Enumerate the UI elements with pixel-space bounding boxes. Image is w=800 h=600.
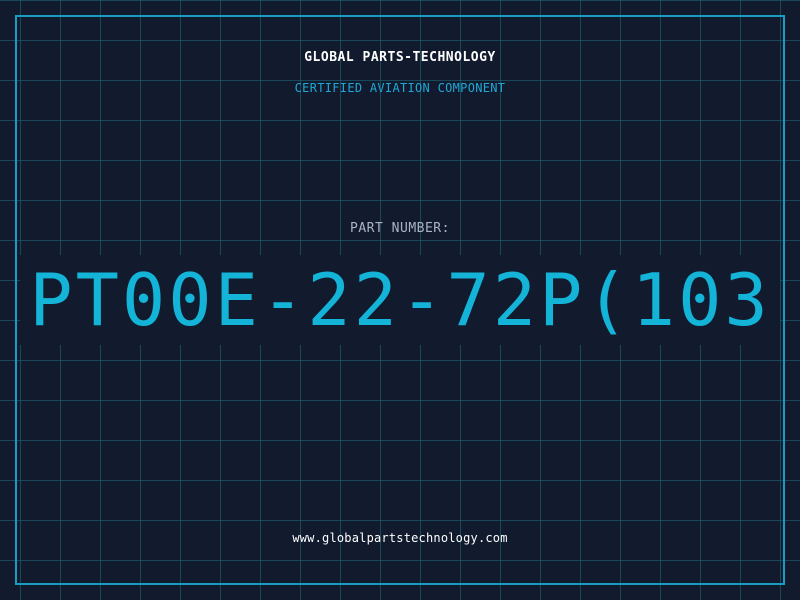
company-name: GLOBAL PARTS-TECHNOLOGY — [304, 50, 496, 65]
website-link[interactable]: www.globalpartstechnology.com — [0, 531, 800, 545]
part-number-value: PT00E-22-72P(103 — [29, 258, 771, 342]
part-number-band: PT00E-22-72P(103 — [20, 255, 780, 345]
part-card: GLOBAL PARTS-TECHNOLOGY CERTIFIED AVIATI… — [0, 0, 800, 600]
part-number-label: PART NUMBER: — [350, 221, 450, 236]
certification-tagline: CERTIFIED AVIATION COMPONENT — [294, 81, 506, 95]
